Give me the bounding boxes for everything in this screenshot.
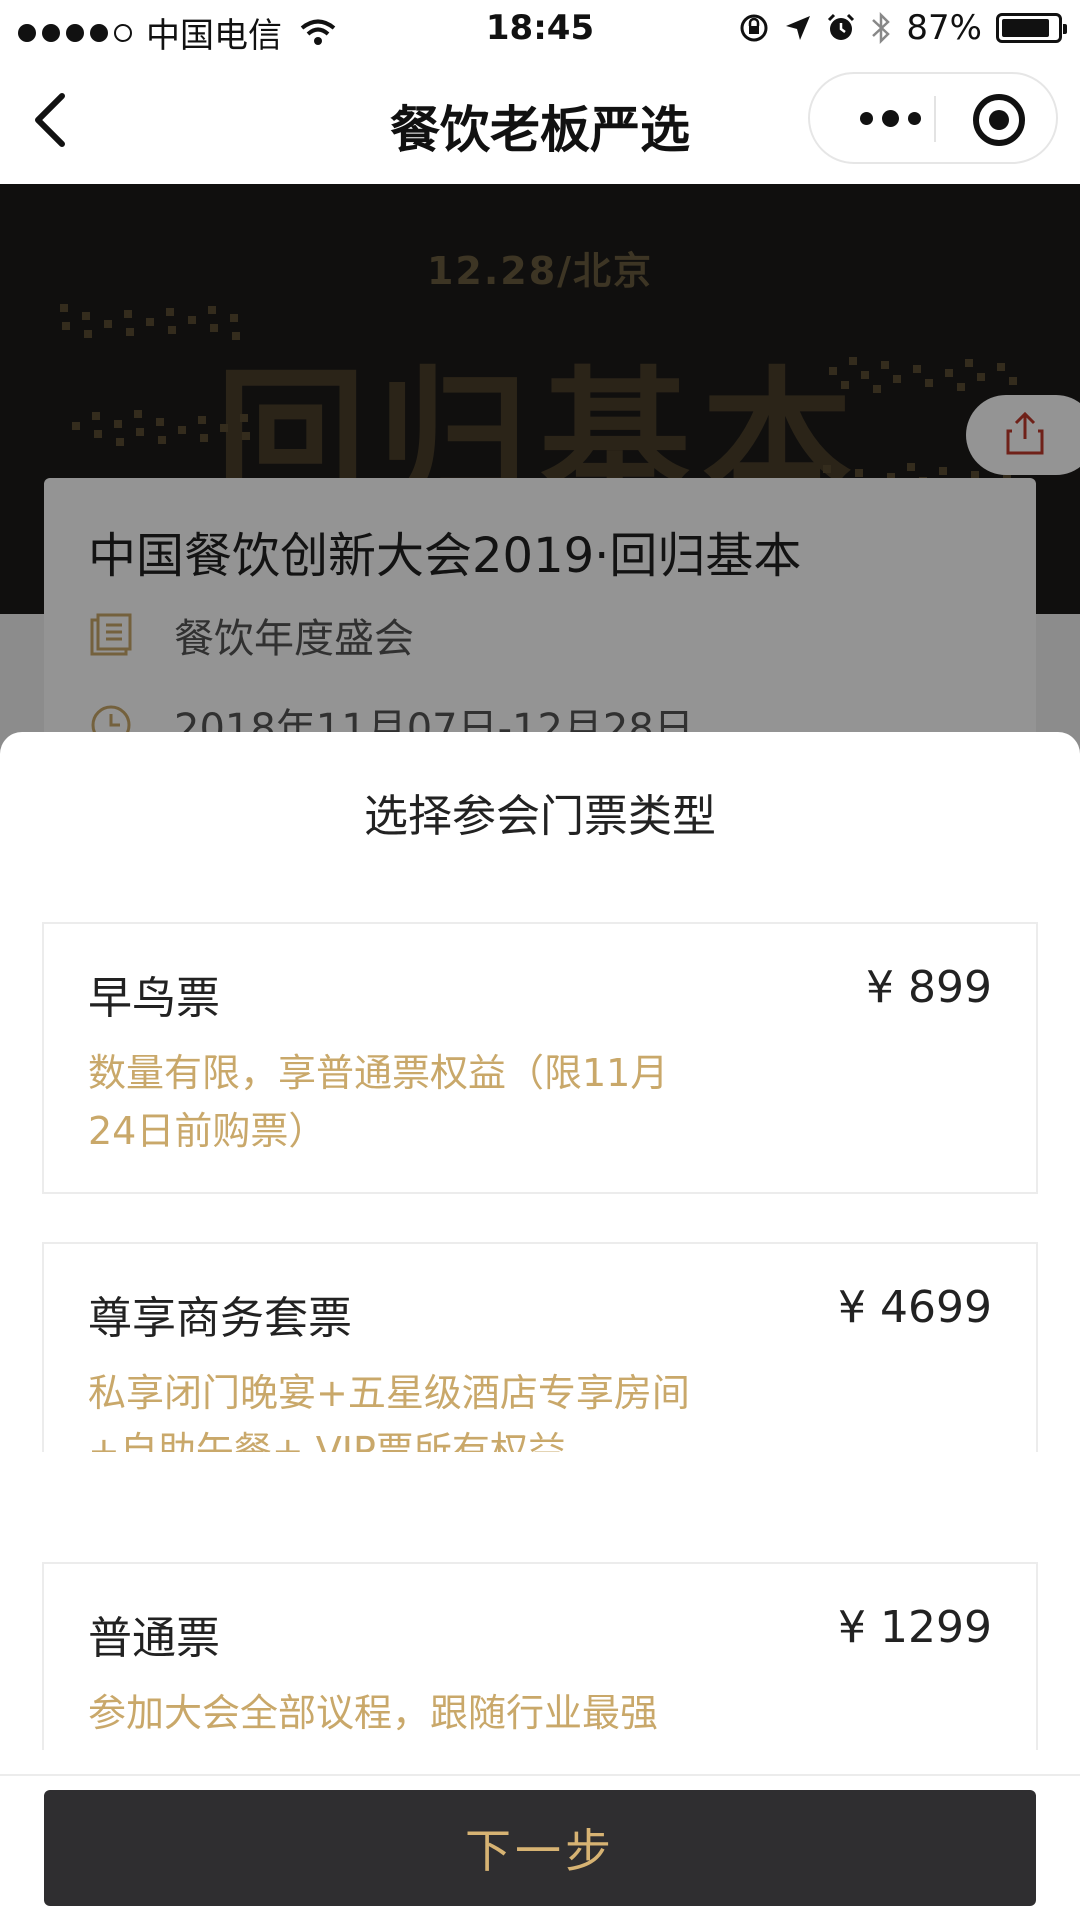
orientation-lock-icon <box>740 14 768 42</box>
ticket-description: 参加大会全部议程，跟随行业最强 <box>88 1691 659 1735</box>
ticket-option-standard[interactable]: 普通票 ¥ 1299 参加大会全部议程，跟随行业最强 <box>42 1562 1038 1750</box>
ticket-option-early-bird[interactable]: 早鸟票 ¥ 899 数量有限，享普通票权益（限11月24日前购票） <box>42 922 1038 1194</box>
ticket-option-business-package[interactable]: 尊享商务套票 ¥ 4699 私享闭门晚宴+五星级酒店专享房间+自助午餐+ VIP… <box>42 1242 1038 1452</box>
ticket-list: 早鸟票 ¥ 899 数量有限，享普通票权益（限11月24日前购票） 尊享商务套票… <box>0 922 1080 1452</box>
ticket-price: ¥ 4699 <box>838 1282 992 1333</box>
status-bar: 中国电信 18:45 87% <box>0 0 1080 60</box>
bluetooth-icon <box>872 11 891 45</box>
nav-bar: 餐饮老板严选 <box>0 60 1080 184</box>
status-right: 87% <box>738 8 1067 48</box>
bottom-divider <box>0 1774 1080 1776</box>
battery-percent: 87% <box>906 8 982 48</box>
capsule-divider <box>934 96 936 142</box>
ticket-description: 数量有限，享普通票权益（限11月24日前购票） <box>88 1051 669 1153</box>
ticket-description: 私享闭门晚宴+五星级酒店专享房间+自助午餐+ VIP票所有权益 <box>88 1371 690 1452</box>
location-arrow-icon <box>786 16 811 40</box>
ticket-name: 早鸟票 <box>88 973 220 1024</box>
sheet-title: 选择参会门票类型 <box>364 791 716 842</box>
alarm-icon <box>828 13 855 40</box>
battery-icon <box>996 13 1067 43</box>
next-step-button[interactable]: 下一步 <box>44 1790 1036 1906</box>
ticket-name: 普通票 <box>88 1613 220 1664</box>
more-options-icon[interactable] <box>850 96 930 140</box>
ticket-price: ¥ 899 <box>866 962 992 1013</box>
ticket-price: ¥ 1299 <box>838 1602 992 1653</box>
mini-program-capsule <box>808 72 1058 164</box>
ticket-name: 尊享商务套票 <box>88 1293 352 1344</box>
ticket-selection-sheet: 选择参会门票类型 早鸟票 ¥ 899 数量有限，享普通票权益（限11月24日前购… <box>0 732 1080 1921</box>
ticket-list-scroll-area: 普通票 ¥ 1299 参加大会全部议程，跟随行业最强 <box>0 1562 1080 1750</box>
close-mini-program-icon[interactable] <box>973 94 1025 146</box>
